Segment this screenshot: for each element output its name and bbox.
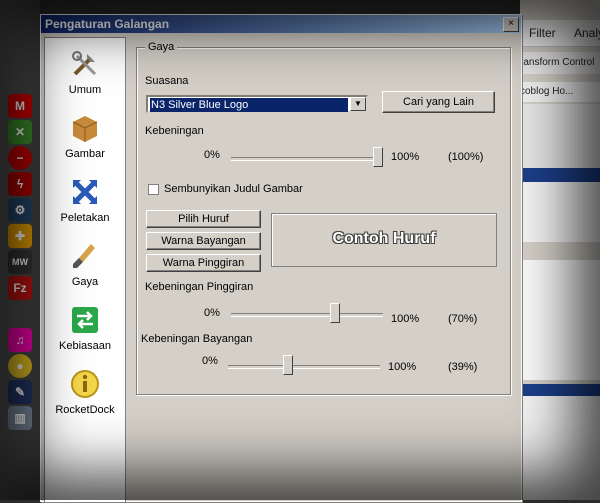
sidebar-item-label: Gambar xyxy=(65,148,105,160)
background-tab[interactable]: coblog Ho... xyxy=(520,82,600,102)
shadow-color-button[interactable]: Warna Bayangan xyxy=(146,232,261,250)
shadow-max-label: 100% xyxy=(388,361,417,373)
outline-color-button[interactable]: Warna Pinggiran xyxy=(146,254,261,272)
sidebar-item-placement[interactable]: Peletakan xyxy=(45,176,125,224)
tab-text: coblog Ho... xyxy=(520,86,574,97)
toolbar-text: ransform Control xyxy=(520,57,595,68)
shadow-value: (39%) xyxy=(448,361,478,373)
settings-dialog: Pengaturan Galangan × Umum Gambar Peleta… xyxy=(40,14,522,503)
sidebar-item-label: Peletakan xyxy=(60,212,110,224)
outline-min-label: 0% xyxy=(204,307,220,319)
dock-icon-filezilla[interactable]: Fz xyxy=(8,276,32,300)
theme-label: Suasana xyxy=(145,75,189,87)
arrows-icon xyxy=(69,176,101,208)
outline-max-label: 100% xyxy=(391,313,420,325)
shadow-opacity-label: Kebeningan Bayangan xyxy=(141,333,253,345)
settings-sidebar: Umum Gambar Peletakan Gaya Kebiasaan Roc… xyxy=(44,37,126,503)
dock-icon-puzzle[interactable]: ✚ xyxy=(8,224,32,248)
sidebar-item-general[interactable]: Umum xyxy=(45,48,125,96)
dock-icon-stop[interactable]: − xyxy=(8,146,32,170)
outline-opacity-label: Kebeningan Pinggiran xyxy=(145,281,254,293)
box-icon xyxy=(69,112,101,144)
sidebar-item-images[interactable]: Gambar xyxy=(45,112,125,160)
background-toolbar: ransform Control xyxy=(520,52,600,74)
opacity-max-label: 100% xyxy=(391,151,420,163)
title-bar[interactable]: Pengaturan Galangan × xyxy=(41,15,521,33)
close-button[interactable]: × xyxy=(503,17,519,32)
sidebar-item-label: Kebiasaan xyxy=(59,340,111,352)
sidebar-item-rocketdock[interactable]: RocketDock xyxy=(45,368,125,416)
font-preview-box: Contoh Huruf xyxy=(271,213,497,267)
hide-titles-checkbox[interactable] xyxy=(148,184,159,195)
dock-icon-gear[interactable]: ⚙ xyxy=(8,198,32,222)
theme-select-value: N3 Silver Blue Logo xyxy=(150,98,348,112)
outline-slider-thumb[interactable] xyxy=(330,303,341,323)
outline-value: (70%) xyxy=(448,313,478,325)
sidebar-item-label: Gaya xyxy=(71,276,99,288)
background-content-3 xyxy=(520,396,600,500)
opacity-value: (100%) xyxy=(448,151,484,163)
theme-select[interactable]: N3 Silver Blue Logo ▼ xyxy=(146,95,368,113)
font-preview-text: Contoh Huruf xyxy=(332,230,436,247)
switch-icon xyxy=(69,304,101,336)
info-icon xyxy=(69,368,101,400)
dock-icon-pencil[interactable]: ✎ xyxy=(8,380,32,404)
choose-font-button[interactable]: Pilih Huruf xyxy=(146,210,261,228)
background-menubar: Filter Analy xyxy=(520,20,600,47)
background-content-2 xyxy=(520,260,600,380)
dock-icon-disc[interactable]: ● xyxy=(8,354,32,378)
hide-titles-label: Sembunyikan Judul Gambar xyxy=(164,183,303,195)
opacity-slider-track[interactable] xyxy=(231,157,383,161)
background-bluebar xyxy=(520,168,600,182)
outline-slider-track[interactable] xyxy=(231,313,383,317)
opacity-min-label: 0% xyxy=(204,149,220,161)
dialog-title: Pengaturan Galangan xyxy=(45,17,170,31)
shadow-slider-track[interactable] xyxy=(228,365,380,369)
tools-icon xyxy=(69,48,101,80)
opacity-label: Kebeningan xyxy=(145,125,204,137)
sidebar-item-label: Umum xyxy=(68,84,102,96)
background-content xyxy=(520,182,600,242)
background-application: Filter Analy ransform Control coblog Ho.… xyxy=(520,0,600,500)
background-bluebar-2 xyxy=(520,384,600,396)
chevron-down-icon[interactable]: ▼ xyxy=(350,97,366,111)
dock-icon-flash[interactable]: ϟ xyxy=(8,172,32,196)
sidebar-item-style[interactable]: Gaya xyxy=(45,240,125,288)
groupbox-title: Gaya xyxy=(145,41,178,53)
dock-icon-trash[interactable]: ▥ xyxy=(8,406,32,430)
background-panel xyxy=(520,104,600,168)
dock-icon-music[interactable]: ♫ xyxy=(8,328,32,352)
opacity-slider-thumb[interactable] xyxy=(373,147,383,167)
sidebar-item-label: RocketDock xyxy=(55,404,115,416)
find-more-button[interactable]: Cari yang Lain xyxy=(382,91,495,113)
dock-icon-mw[interactable]: MW xyxy=(8,250,32,274)
dock-icon-m[interactable]: M xyxy=(8,94,32,118)
menu-filter[interactable]: Filter xyxy=(529,26,556,40)
brush-icon xyxy=(69,240,101,272)
dock-icon-x[interactable]: ✕ xyxy=(8,120,32,144)
dock-strip: M ✕ − ϟ ⚙ ✚ MW Fz ♫ ● ✎ ▥ xyxy=(0,0,40,500)
menu-analysis[interactable]: Analy xyxy=(574,26,600,40)
shadow-min-label: 0% xyxy=(202,355,218,367)
sidebar-item-behavior[interactable]: Kebiasaan xyxy=(45,304,125,352)
shadow-slider-thumb[interactable] xyxy=(283,355,294,375)
